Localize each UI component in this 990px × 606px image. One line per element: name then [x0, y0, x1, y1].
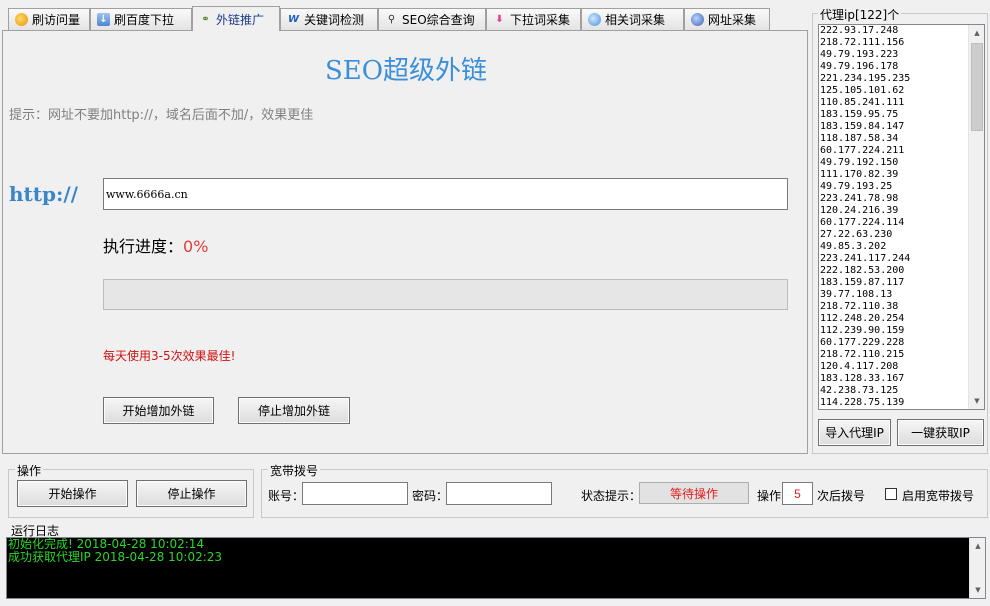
proxy-scrollbar[interactable]: ▲ ▼ — [968, 25, 984, 409]
progress-text: 执行进度：0% — [103, 233, 208, 257]
tab-url-collect[interactable]: 网址采集 — [684, 8, 770, 30]
proxy-item[interactable]: 42.238.73.125 — [820, 385, 968, 397]
proxy-item[interactable]: 183.128.33.167 — [820, 373, 968, 385]
proxy-item[interactable]: 60.177.229.228 — [820, 337, 968, 349]
op-count-suffix: 次后拨号 — [817, 489, 866, 503]
tab-label: 网址采集 — [708, 13, 757, 27]
stop-backlinks-button[interactable]: 停止增加外链 — [238, 397, 350, 424]
proxy-item[interactable]: 60.177.224.114 — [820, 217, 968, 229]
tab-baidu-dropdown[interactable]: ↓ 刷百度下拉 — [90, 8, 192, 30]
scroll-down-icon[interactable]: ▼ — [970, 582, 985, 598]
tab-label: 刷访问量 — [32, 13, 81, 27]
tab-label: SEO综合查询 — [402, 13, 475, 27]
tab-keyword-check[interactable]: W 关键词检测 — [280, 8, 378, 30]
proxy-item[interactable]: 183.159.87.117 — [820, 277, 968, 289]
tab-backlinks[interactable]: ⚭ 外链推广 — [192, 6, 280, 31]
tab-related-collect[interactable]: 相关词采集 — [581, 8, 684, 30]
globe-icon — [691, 13, 704, 26]
operation-group-title: 操作 — [15, 462, 44, 479]
proxy-item[interactable]: 125.105.101.62 — [820, 85, 968, 97]
status-label: 状态提示： — [581, 489, 642, 503]
log-scrollbar[interactable]: ▲ ▼ — [969, 538, 985, 598]
enable-dialup-checkbox[interactable] — [885, 488, 897, 500]
proxy-item[interactable]: 49.79.196.178 — [820, 61, 968, 73]
proxy-item[interactable]: 110.85.241.111 — [820, 97, 968, 109]
log-lines: 初始化完成! 2018-04-28 10:02:14 成功获取代理IP 2018-… — [7, 538, 985, 564]
hint-text: 提示：网址不要加http://，域名后面不加/，效果更佳 — [9, 108, 314, 123]
progress-bar — [103, 279, 788, 310]
scroll-thumb[interactable] — [971, 43, 983, 131]
proxy-item[interactable]: 183.159.84.147 — [820, 121, 968, 133]
tab-strip: 刷访问量 ↓ 刷百度下拉 ⚭ 外链推广 W 关键词检测 ⚲ SEO综合查询 ⬇ … — [8, 6, 808, 31]
tab-label: 关键词检测 — [304, 13, 365, 27]
proxy-group-title: 代理ip[122]个 — [818, 6, 902, 23]
proxy-items: 222.93.17.248 218.72.111.156 49.79.193.223… — [820, 25, 968, 409]
scroll-up-icon[interactable]: ▲ — [970, 538, 985, 554]
proxy-item[interactable]: 112.239.90.159 — [820, 325, 968, 337]
password-label: 密码： — [412, 489, 449, 503]
proxy-item[interactable]: 49.85.3.202 — [820, 241, 968, 253]
fetch-proxy-button[interactable]: 一键获取IP — [897, 419, 984, 446]
proxy-list[interactable]: 222.93.17.248 218.72.111.156 49.79.193.223… — [818, 24, 985, 410]
account-field[interactable] — [302, 482, 408, 505]
stop-operation-button[interactable]: 停止操作 — [136, 480, 247, 507]
proxy-item[interactable]: 183.159.95.75 — [820, 109, 968, 121]
url-input[interactable] — [103, 178, 788, 210]
proxy-item[interactable]: 218.72.111.156 — [820, 37, 968, 49]
tab-dropdown-collect[interactable]: ⬇ 下拉词采集 — [486, 8, 581, 30]
proxy-item[interactable]: 120.24.216.39 — [820, 205, 968, 217]
download-icon: ↓ — [97, 13, 110, 26]
op-count-field[interactable] — [782, 482, 813, 505]
tab-label: 外链推广 — [216, 12, 265, 27]
proxy-item[interactable]: 118.187.58.34 — [820, 133, 968, 145]
page-title: SEO超级外链 — [324, 56, 488, 86]
scroll-down-icon[interactable]: ▼ — [969, 393, 984, 409]
proxy-item[interactable]: 221.234.195.235 — [820, 73, 968, 85]
proxy-item[interactable]: 222.182.53.200 — [820, 265, 968, 277]
word-icon: W — [287, 14, 300, 25]
proxy-item[interactable]: 222.93.17.248 — [820, 25, 968, 37]
link-icon: ⚭ — [201, 13, 210, 25]
proxy-item[interactable]: 120.4.117.208 — [820, 361, 968, 373]
scroll-up-icon[interactable]: ▲ — [969, 25, 984, 41]
proxy-item[interactable]: 39.77.108.13 — [820, 289, 968, 301]
tab-seo-query[interactable]: ⚲ SEO综合查询 — [378, 8, 486, 30]
status-badge: 等待操作 — [639, 482, 749, 504]
tab-label: 下拉词采集 — [510, 13, 571, 27]
proxy-item[interactable]: 49.79.193.25 — [820, 181, 968, 193]
start-backlinks-button[interactable]: 开始增加外链 — [103, 397, 214, 424]
account-label: 账号： — [268, 489, 305, 503]
op-count-label: 操作 — [757, 489, 782, 503]
proxy-item[interactable]: 218.72.110.38 — [820, 301, 968, 313]
chat-icon — [588, 13, 601, 26]
proxy-item[interactable]: 223.241.78.98 — [820, 193, 968, 205]
enable-dialup-label: 启用宽带拨号 — [902, 489, 975, 503]
arrow-down-icon: ⬇ — [495, 14, 504, 25]
log-line: 成功获取代理IP 2018-04-28 10:02:23 — [8, 550, 223, 564]
start-operation-button[interactable]: 开始操作 — [17, 480, 128, 507]
broadband-group-title: 宽带拨号 — [268, 462, 321, 479]
coin-icon — [15, 13, 28, 26]
proxy-item[interactable]: 114.228.75.139 — [820, 397, 968, 409]
password-field[interactable] — [446, 482, 552, 505]
progress-label: 执行进度： — [103, 237, 184, 256]
tab-label: 刷百度下拉 — [114, 13, 175, 27]
proxy-item[interactable]: 223.241.117.244 — [820, 253, 968, 265]
progress-percent: 0% — [183, 237, 209, 256]
tab-visits[interactable]: 刷访问量 — [8, 8, 90, 30]
proxy-item[interactable]: 111.170.82.39 — [820, 169, 968, 181]
proxy-item[interactable]: 27.22.63.230 — [820, 229, 968, 241]
log-panel[interactable]: 初始化完成! 2018-04-28 10:02:14 成功获取代理IP 2018-… — [6, 537, 986, 599]
proxy-item[interactable]: 49.79.192.150 — [820, 157, 968, 169]
proxy-item[interactable]: 49.79.193.223 — [820, 49, 968, 61]
http-label: http:// — [9, 182, 78, 206]
tab-label: 相关词采集 — [605, 13, 666, 27]
proxy-item[interactable]: 60.177.224.211 — [820, 145, 968, 157]
search-icon: ⚲ — [387, 14, 396, 25]
proxy-item[interactable]: 218.72.110.215 — [820, 349, 968, 361]
import-proxy-button[interactable]: 导入代理IP — [818, 419, 891, 446]
proxy-item[interactable]: 112.248.20.254 — [820, 313, 968, 325]
daily-tip: 每天使用3-5次效果最佳! — [103, 349, 236, 363]
